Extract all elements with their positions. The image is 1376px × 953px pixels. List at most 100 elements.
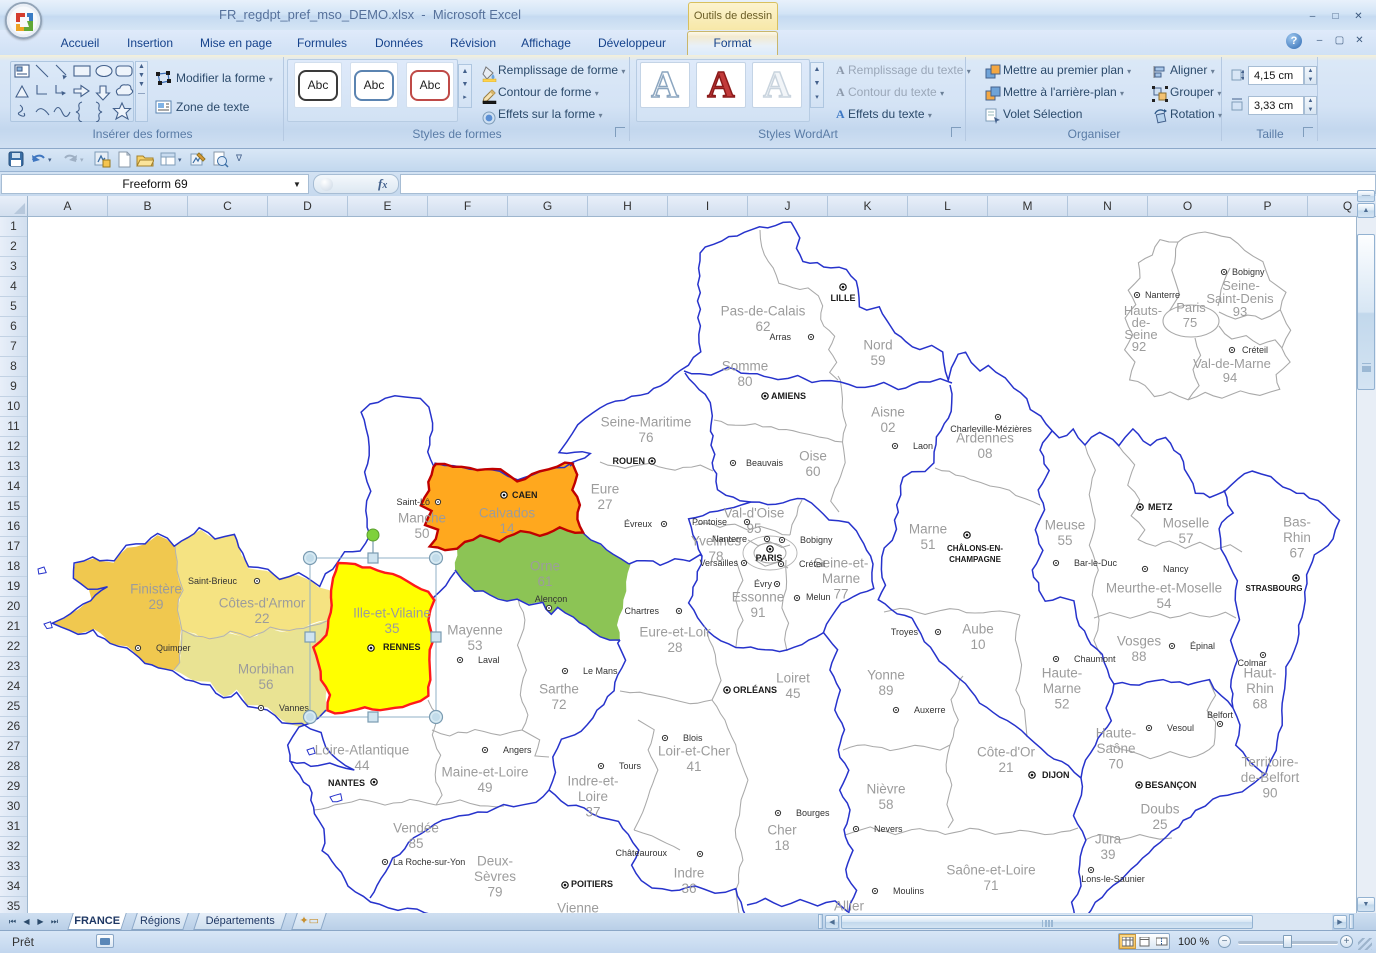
- svg-text:Doubs: Doubs: [1140, 802, 1179, 817]
- svg-text:92: 92: [1132, 339, 1146, 354]
- svg-text:45: 45: [785, 686, 800, 701]
- svg-text:Évreux: Évreux: [624, 519, 653, 529]
- svg-text:Laon: Laon: [913, 441, 933, 451]
- svg-text:18: 18: [774, 838, 789, 853]
- svg-text:Indre-et-: Indre-et-: [567, 774, 618, 789]
- svg-text:21: 21: [998, 760, 1013, 775]
- svg-text:29: 29: [148, 597, 163, 612]
- svg-text:59: 59: [870, 353, 885, 368]
- svg-text:BESANÇON: BESANÇON: [1145, 780, 1197, 790]
- svg-text:Orne: Orne: [530, 559, 560, 574]
- svg-text:Loire: Loire: [578, 789, 608, 804]
- svg-text:10: 10: [970, 637, 985, 652]
- svg-text:Bobigny: Bobigny: [800, 535, 833, 545]
- svg-text:Nièvre: Nièvre: [866, 782, 905, 797]
- svg-text:CHAMPAGNE: CHAMPAGNE: [949, 555, 1002, 564]
- svg-text:Sarthe: Sarthe: [539, 682, 579, 697]
- svg-text:22: 22: [254, 611, 269, 626]
- svg-text:Val-d'Oise: Val-d'Oise: [724, 506, 785, 521]
- svg-text:Laval: Laval: [478, 655, 500, 665]
- svg-text:Manche: Manche: [398, 511, 446, 526]
- svg-text:67: 67: [1289, 546, 1304, 561]
- svg-text:Tours: Tours: [619, 761, 642, 771]
- svg-text:54: 54: [1156, 596, 1172, 611]
- svg-text:72: 72: [551, 697, 566, 712]
- svg-text:Eure: Eure: [591, 482, 620, 497]
- svg-text:77: 77: [833, 587, 848, 602]
- svg-text:Saint-Brieuc: Saint-Brieuc: [188, 576, 238, 586]
- svg-text:Saint-Lô: Saint-Lô: [396, 497, 430, 507]
- svg-text:NANTES: NANTES: [328, 778, 365, 788]
- svg-text:Jura: Jura: [1095, 832, 1122, 847]
- svg-text:71: 71: [983, 878, 998, 893]
- svg-text:AMIENS: AMIENS: [771, 391, 806, 401]
- svg-text:14: 14: [499, 521, 515, 536]
- svg-text:Le Mans: Le Mans: [583, 666, 618, 676]
- svg-text:Saône: Saône: [1096, 741, 1135, 756]
- svg-text:Marne: Marne: [1043, 681, 1081, 696]
- svg-text:Vosges: Vosges: [1117, 634, 1162, 649]
- svg-text:Nanterre: Nanterre: [712, 534, 747, 544]
- svg-text:Blois: Blois: [683, 733, 703, 743]
- svg-text:Cher: Cher: [767, 823, 797, 838]
- svg-text:Morbihan: Morbihan: [238, 662, 294, 677]
- svg-text:91: 91: [750, 605, 765, 620]
- svg-text:Versailles: Versailles: [699, 558, 738, 568]
- svg-text:Essonne: Essonne: [732, 590, 785, 605]
- svg-text:Loir-et-Cher: Loir-et-Cher: [658, 744, 731, 759]
- svg-text:POITIERS: POITIERS: [571, 879, 613, 889]
- svg-text:ROUEN: ROUEN: [612, 456, 645, 466]
- svg-text:Rhin: Rhin: [1283, 530, 1311, 545]
- svg-text:Alençon: Alençon: [535, 594, 568, 604]
- svg-text:27: 27: [597, 497, 612, 512]
- svg-text:Moselle: Moselle: [1163, 516, 1210, 531]
- svg-text:Nord: Nord: [863, 338, 892, 353]
- svg-text:Eure-et-Loir: Eure-et-Loir: [639, 625, 711, 640]
- svg-text:Marne: Marne: [909, 522, 947, 537]
- svg-text:Oise: Oise: [799, 449, 827, 464]
- svg-text:08: 08: [977, 446, 992, 461]
- svg-text:Côtes-d'Armor: Côtes-d'Armor: [219, 596, 306, 611]
- svg-text:DIJON: DIJON: [1042, 770, 1070, 780]
- svg-text:75: 75: [1183, 315, 1197, 330]
- svg-text:70: 70: [1108, 757, 1123, 772]
- svg-text:85: 85: [408, 836, 423, 851]
- svg-text:Vannes: Vannes: [279, 703, 309, 713]
- svg-text:Chaumont: Chaumont: [1074, 654, 1116, 664]
- svg-text:Arras: Arras: [769, 332, 791, 342]
- svg-text:PARIS: PARIS: [756, 553, 783, 563]
- svg-text:02: 02: [880, 420, 895, 435]
- svg-text:La Roche-sur-Yon: La Roche-sur-Yon: [393, 857, 465, 867]
- svg-text:METZ: METZ: [1148, 502, 1173, 512]
- svg-text:Angers: Angers: [503, 745, 532, 755]
- svg-text:50: 50: [414, 526, 429, 541]
- svg-text:Ille-et-Vilaine: Ille-et-Vilaine: [353, 606, 431, 621]
- svg-text:80: 80: [737, 374, 752, 389]
- svg-text:Maine-et-Loire: Maine-et-Loire: [441, 765, 528, 780]
- svg-text:de-Belfort: de-Belfort: [1241, 770, 1300, 785]
- svg-text:Yonne: Yonne: [867, 668, 905, 683]
- svg-text:Colmar: Colmar: [1237, 658, 1266, 668]
- svg-text:Melun: Melun: [806, 592, 831, 602]
- svg-text:Territoire-: Territoire-: [1241, 755, 1298, 770]
- svg-text:Créteil: Créteil: [1242, 345, 1268, 355]
- svg-text:Quimper: Quimper: [156, 643, 191, 653]
- svg-text:Rhin: Rhin: [1246, 681, 1274, 696]
- svg-text:44: 44: [354, 758, 370, 773]
- svg-text:Châteauroux: Châteauroux: [615, 848, 667, 858]
- svg-text:68: 68: [1252, 697, 1267, 712]
- svg-text:Haute-: Haute-: [1096, 726, 1137, 741]
- svg-text:Moulins: Moulins: [893, 886, 925, 896]
- svg-text:62: 62: [755, 319, 770, 334]
- svg-text:Somme: Somme: [722, 359, 769, 374]
- svg-text:60: 60: [805, 464, 820, 479]
- svg-text:Mayenne: Mayenne: [447, 623, 503, 638]
- svg-text:Troyes: Troyes: [891, 627, 919, 637]
- svg-text:LILLE: LILLE: [831, 293, 856, 303]
- svg-text:Deux-: Deux-: [477, 854, 513, 869]
- svg-text:90: 90: [1262, 786, 1277, 801]
- svg-text:89: 89: [878, 683, 893, 698]
- svg-text:ORLÉANS: ORLÉANS: [733, 685, 777, 695]
- svg-text:49: 49: [477, 780, 492, 795]
- svg-text:Aisne: Aisne: [871, 405, 905, 420]
